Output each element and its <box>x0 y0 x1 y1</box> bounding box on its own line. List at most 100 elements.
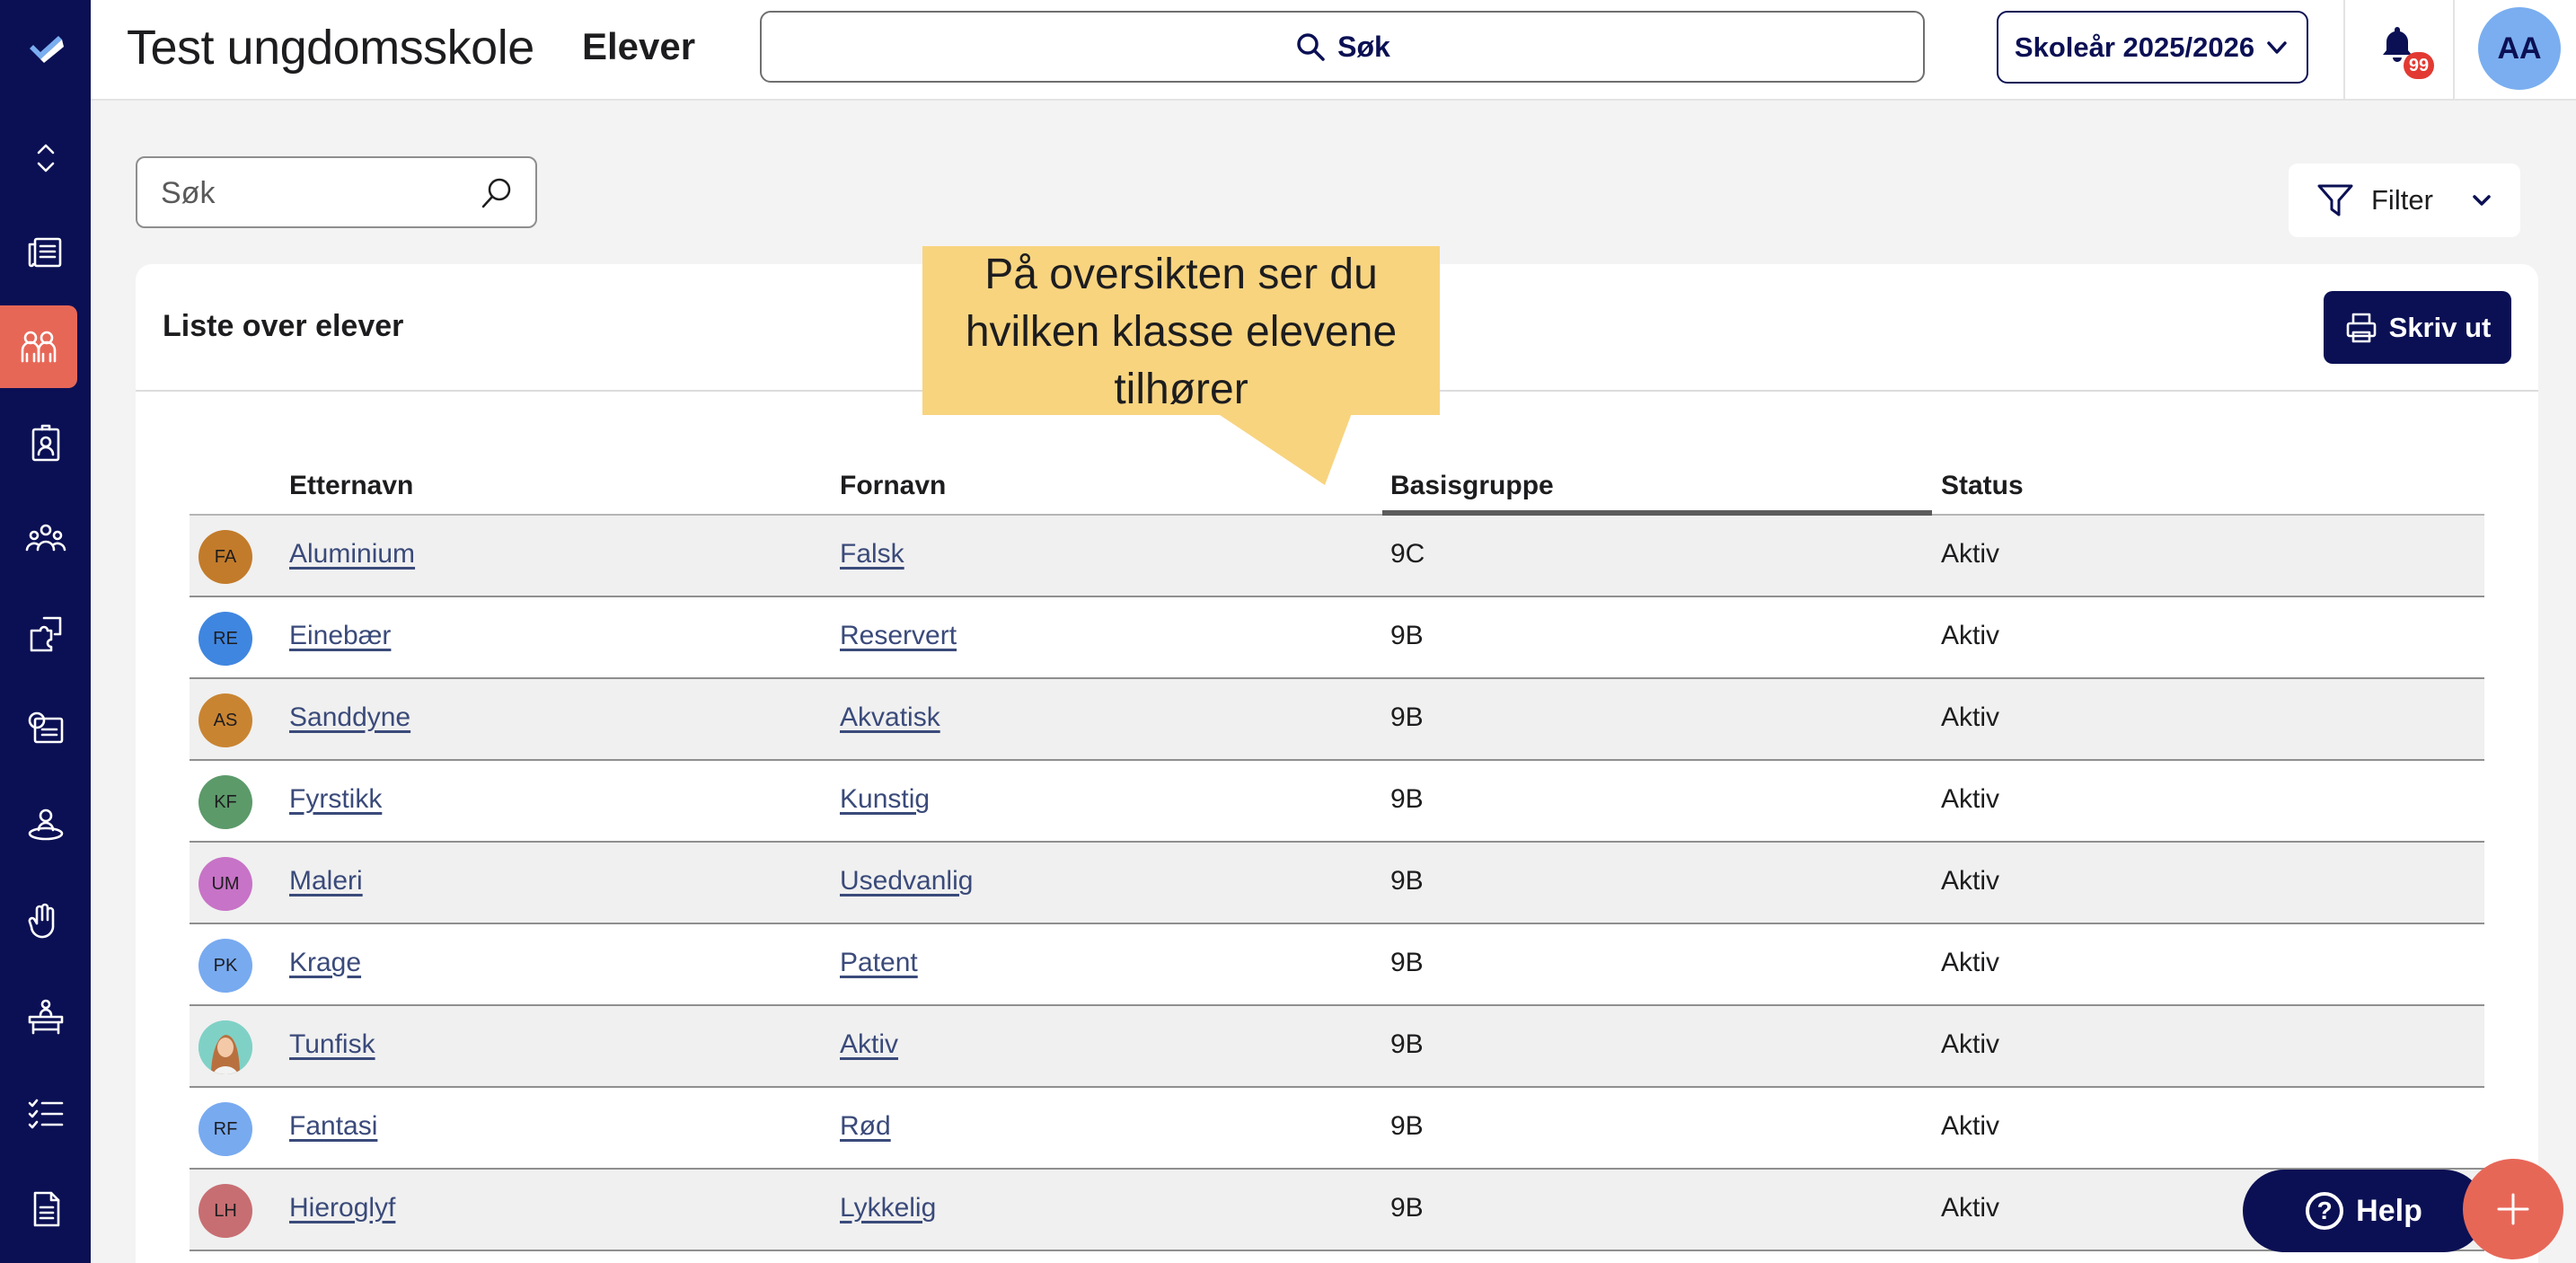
groups-icon[interactable] <box>0 498 91 580</box>
student-last-name-link[interactable]: Sanddyne <box>289 702 410 733</box>
student-avatar: PK <box>198 939 252 993</box>
callout-pointer <box>1217 413 1352 485</box>
callout-line: tilhører <box>1114 366 1248 413</box>
document-icon[interactable] <box>0 1168 91 1250</box>
student-status: Aktiv <box>1941 1193 2000 1223</box>
student-group: 9B <box>1390 784 1424 814</box>
student-first-name-link[interactable]: Rød <box>840 1111 891 1142</box>
chevron-down-icon <box>2473 195 2491 206</box>
student-last-name-link[interactable]: Fyrstikk <box>289 784 382 815</box>
student-last-name-link[interactable]: Einebær <box>289 621 391 651</box>
student-search-input[interactable]: Søk <box>136 156 537 228</box>
table-row: UM Maleri Usedvanlig 9B Aktiv <box>190 843 2484 924</box>
desk-icon[interactable] <box>0 976 91 1058</box>
student-first-name-link[interactable]: Lykkelig <box>840 1193 936 1223</box>
student-first-name-link[interactable]: Aktiv <box>840 1029 898 1060</box>
table-row: RE Einebær Reservert 9B Aktiv <box>190 597 2484 679</box>
school-year-select[interactable]: Skoleår 2025/2026 <box>1997 11 2308 84</box>
puzzle-icon[interactable] <box>0 593 91 676</box>
student-last-name-link[interactable]: Maleri <box>289 866 363 896</box>
student-status: Aktiv <box>1941 621 2000 650</box>
student-last-name-link[interactable]: Tunfisk <box>289 1029 375 1060</box>
filter-label: Filter <box>2371 184 2433 216</box>
callout-line: På oversikten ser du <box>984 251 1378 298</box>
students-icon[interactable] <box>0 305 77 388</box>
badge-icon[interactable] <box>0 402 91 485</box>
help-button[interactable]: ? Help <box>2243 1170 2485 1252</box>
student-group: 9B <box>1390 1193 1424 1223</box>
student-avatar: KF <box>198 775 252 829</box>
help-label: Help <box>2356 1193 2422 1228</box>
student-first-name-link[interactable]: Kunstig <box>840 784 930 815</box>
student-avatar: LH <box>198 1184 252 1238</box>
sidebar <box>0 0 91 1263</box>
newspaper-icon[interactable] <box>0 210 91 293</box>
table-row: LH Hieroglyf Lykkelig 9B Aktiv <box>190 1170 2484 1251</box>
table-row: PK Krage Patent 9B Aktiv <box>190 924 2484 1006</box>
top-header: Test ungdomsskole Elever Søk Skoleår 202… <box>91 0 2576 101</box>
table-row: FA Aluminium Falsk 9C Aktiv <box>190 516 2484 597</box>
header-divider <box>2343 0 2345 99</box>
student-avatar: FA <box>198 530 252 584</box>
expand-collapse-icon[interactable] <box>0 117 91 199</box>
print-label: Skriv ut <box>2388 311 2492 343</box>
student-first-name-link[interactable]: Usedvanlig <box>840 866 973 896</box>
add-button[interactable] <box>2463 1159 2563 1259</box>
student-status: Aktiv <box>1941 539 2000 569</box>
assessment-icon[interactable] <box>0 686 91 769</box>
logo-icon[interactable] <box>0 9 91 92</box>
student-group: 9B <box>1390 621 1424 650</box>
table-row: AS Sanddyne Akvatisk 9B Aktiv <box>190 679 2484 761</box>
filter-button[interactable]: Filter <box>2289 163 2520 237</box>
hand-icon[interactable] <box>0 880 91 963</box>
student-avatar: RF <box>198 1102 252 1156</box>
school-title: Test ungdomsskole <box>127 21 534 75</box>
student-last-name-link[interactable]: Aluminium <box>289 539 415 570</box>
card-title: Liste over elever <box>163 309 404 343</box>
student-last-name-link[interactable]: Krage <box>289 948 361 978</box>
student-status: Aktiv <box>1941 866 2000 896</box>
notifications-button[interactable]: 99 <box>2368 18 2434 81</box>
student-group: 9B <box>1390 1111 1424 1141</box>
student-first-name-link[interactable]: Reservert <box>840 621 957 651</box>
user-avatar[interactable]: AA <box>2478 7 2561 90</box>
person-orbit-icon[interactable] <box>0 783 91 866</box>
header-divider <box>2453 0 2455 99</box>
search-icon <box>1297 33 1325 61</box>
student-group: 9B <box>1390 866 1424 896</box>
table-row: KF Fyrstikk Kunstig 9B Aktiv <box>190 761 2484 843</box>
table-row: RF Fantasi Rød 9B Aktiv <box>190 1088 2484 1170</box>
tutorial-callout: På oversikten ser du hvilken klasse elev… <box>922 246 1440 415</box>
student-photo-icon <box>198 1020 252 1074</box>
student-group: 9B <box>1390 1029 1424 1059</box>
search-icon <box>481 178 511 208</box>
student-status: Aktiv <box>1941 1029 2000 1059</box>
page-title: Elever <box>582 25 696 67</box>
chevron-down-icon <box>2267 40 2287 54</box>
students-table-body: FA Aluminium Falsk 9C Aktiv RE Einebær Reserver… <box>190 516 2484 1251</box>
global-search-button[interactable]: Søk <box>760 11 1925 83</box>
student-status: Aktiv <box>1941 784 2000 814</box>
student-last-name-link[interactable]: Hieroglyf <box>289 1193 395 1223</box>
question-icon: ? <box>2306 1192 2344 1230</box>
student-first-name-link[interactable]: Falsk <box>840 539 904 570</box>
student-avatar: UM <box>198 857 252 911</box>
student-group: 9B <box>1390 702 1424 732</box>
printer-icon <box>2346 313 2376 342</box>
print-button[interactable]: Skriv ut <box>2324 291 2511 364</box>
checklist-icon[interactable] <box>0 1073 91 1155</box>
column-header-group[interactable]: Basisgruppe <box>1390 471 1554 501</box>
table-row: Tunfisk Aktiv 9B Aktiv <box>190 1006 2484 1088</box>
student-last-name-link[interactable]: Fantasi <box>289 1111 377 1142</box>
column-header-status[interactable]: Status <box>1941 471 2024 501</box>
column-header-first-name[interactable]: Fornavn <box>840 471 946 501</box>
column-header-last-name[interactable]: Etternavn <box>289 471 413 501</box>
student-status: Aktiv <box>1941 948 2000 977</box>
student-search-placeholder: Søk <box>161 176 216 210</box>
student-first-name-link[interactable]: Akvatisk <box>840 702 940 733</box>
student-first-name-link[interactable]: Patent <box>840 948 918 978</box>
student-avatar: RE <box>198 612 252 666</box>
school-year-label: Skoleår 2025/2026 <box>2014 31 2255 63</box>
student-status: Aktiv <box>1941 1111 2000 1141</box>
notification-badge: 99 <box>2404 52 2434 79</box>
